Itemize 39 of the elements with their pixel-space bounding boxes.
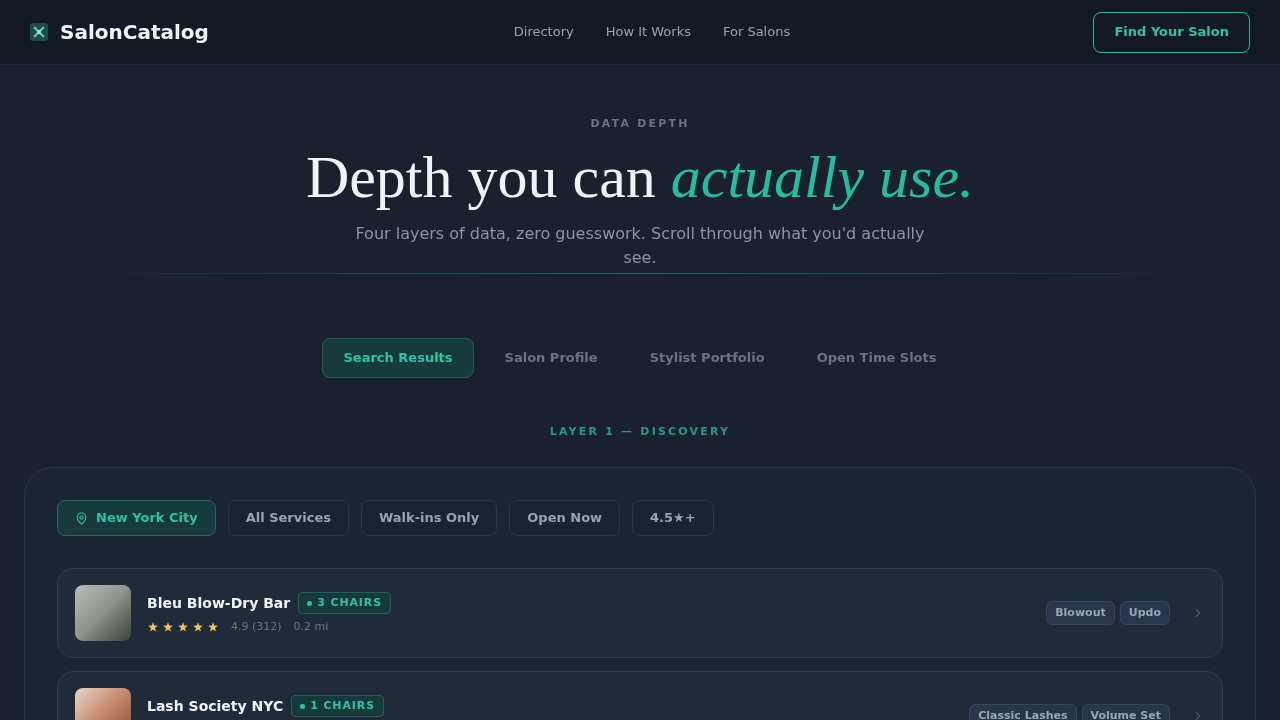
service-tag: Volume Set [1081, 704, 1170, 720]
layer-label: LAYER 1 — DISCOVERY [549, 423, 731, 440]
logo-icon [30, 23, 48, 41]
view-tab[interactable]: Stylist Portfolio [628, 337, 786, 378]
nav-link[interactable]: Directory [513, 22, 574, 42]
star-icon [178, 622, 188, 632]
salon-name: Bleu Blow-Dry Bar [147, 593, 291, 613]
status-dot-icon [300, 703, 306, 709]
salon-name: Lash Society NYC [147, 696, 284, 716]
rating-text: 4.9 (312) [231, 618, 282, 635]
nav-link[interactable]: For Salons [722, 22, 791, 42]
filter-chip[interactable]: New York City [57, 500, 216, 536]
star-icon [208, 622, 218, 632]
chairs-badge: 1 CHAIRS [291, 695, 384, 717]
filter-chip[interactable]: All Services [227, 500, 349, 536]
salon-card[interactable]: Bleu Blow-Dry Bar 3 CHAIRS 4.9 (312) 0.2 mi Blowout Updo [57, 568, 1223, 658]
filter-chip[interactable]: Open Now [509, 500, 621, 536]
location-pin-icon [75, 511, 88, 525]
status-dot-icon [307, 600, 313, 606]
service-tag: Blowout [1046, 601, 1115, 625]
filter-chip[interactable]: 4.5★+ [632, 500, 714, 536]
salon-card[interactable]: Lash Society NYC 1 CHAIRS Classic Lashes Volume Set [57, 671, 1223, 720]
find-salon-button[interactable]: Find Your Salon [1093, 11, 1250, 53]
nav-link[interactable]: How It Works [605, 22, 691, 42]
distance-text: 0.2 mi [293, 618, 329, 635]
service-tag: Updo [1119, 601, 1170, 625]
photo-placeholder [75, 585, 131, 641]
star-icon [163, 622, 173, 632]
star-icon [148, 622, 158, 632]
chairs-badge: 3 CHAIRS [298, 592, 391, 614]
brand-name[interactable]: SalonCatalog [60, 17, 209, 47]
view-tab[interactable]: Open Time Slots [795, 337, 958, 378]
star-icon [193, 622, 203, 632]
filter-chip[interactable]: Walk-ins Only [360, 500, 498, 536]
service-tag: Classic Lashes [969, 704, 1077, 720]
eyebrow-label: DATA DEPTH [590, 116, 690, 132]
view-tab[interactable]: Salon Profile [483, 337, 619, 378]
view-tab[interactable]: Search Results [322, 337, 474, 378]
hero-subtitle: Four layers of data, zero guesswork. Scroll through what you'd actually see. [354, 222, 926, 269]
